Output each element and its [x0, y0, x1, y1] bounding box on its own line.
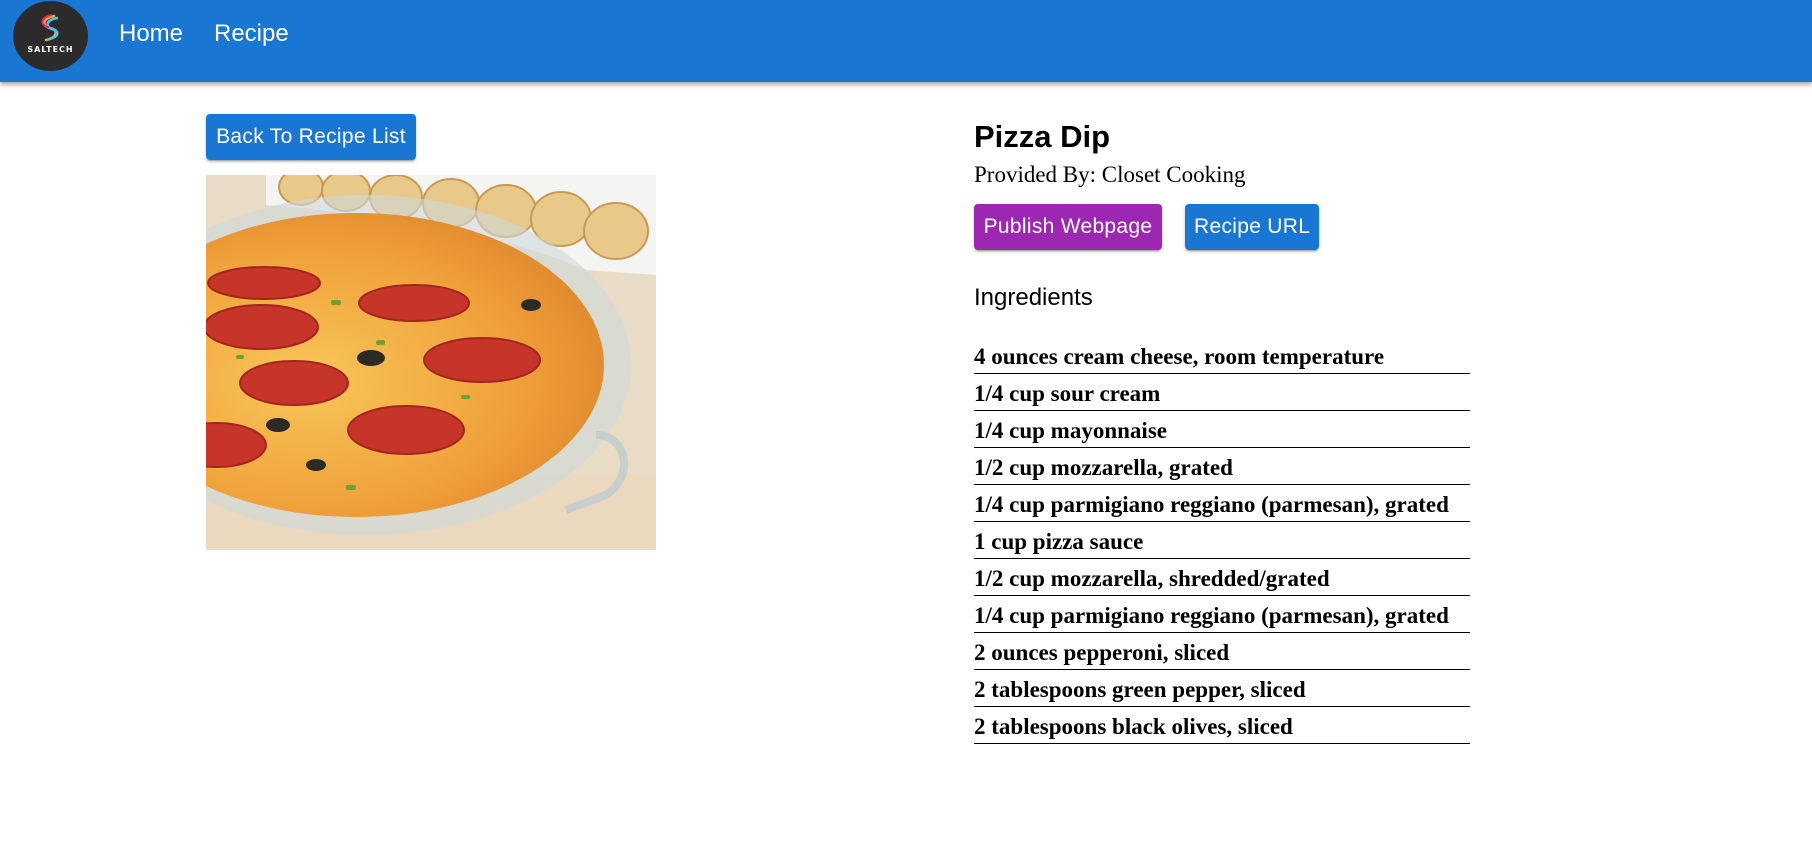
ingredient-item: 1 cup pizza sauce: [974, 522, 1470, 559]
ingredient-item: 1/4 cup parmigiano reggiano (parmesan), …: [974, 596, 1470, 633]
recipe-url-button[interactable]: Recipe URL: [1185, 204, 1319, 250]
publish-webpage-button[interactable]: Publish Webpage: [974, 204, 1162, 250]
ingredient-item: 4 ounces cream cheese, room temperature: [974, 337, 1470, 374]
ingredient-item: 2 tablespoons black olives, sliced: [974, 707, 1470, 744]
ingredient-item: 1/2 cup mozzarella, grated: [974, 448, 1470, 485]
logo-swirl-icon: [41, 14, 59, 42]
ingredient-item: 1/2 cup mozzarella, shredded/grated: [974, 559, 1470, 596]
ingredient-item: 2 tablespoons green pepper, sliced: [974, 670, 1470, 707]
nav-recipe[interactable]: Recipe: [214, 20, 289, 48]
pizza-dip-photo: [206, 175, 656, 550]
ingredient-item: 1/4 cup parmigiano reggiano (parmesan), …: [974, 485, 1470, 522]
logo-text: SALTECH: [27, 45, 74, 54]
ingredients-list: 4 ounces cream cheese, room temperature …: [974, 337, 1470, 744]
recipe-image: [206, 175, 656, 550]
ingredient-item: 2 ounces pepperoni, sliced: [974, 633, 1470, 670]
back-to-recipe-list-button[interactable]: Back To Recipe List: [206, 114, 416, 160]
saltech-logo[interactable]: SALTECH: [13, 1, 88, 71]
app-bar: SALTECH Home Recipe: [0, 0, 1812, 82]
nav-home[interactable]: Home: [119, 20, 183, 48]
ingredient-item: 1/4 cup mayonnaise: [974, 411, 1470, 448]
ingredients-heading: Ingredients: [974, 284, 1093, 311]
ingredient-item: 1/4 cup sour cream: [974, 374, 1470, 411]
recipe-title: Pizza Dip: [974, 119, 1111, 154]
recipe-provider: Provided By: Closet Cooking: [974, 162, 1246, 187]
